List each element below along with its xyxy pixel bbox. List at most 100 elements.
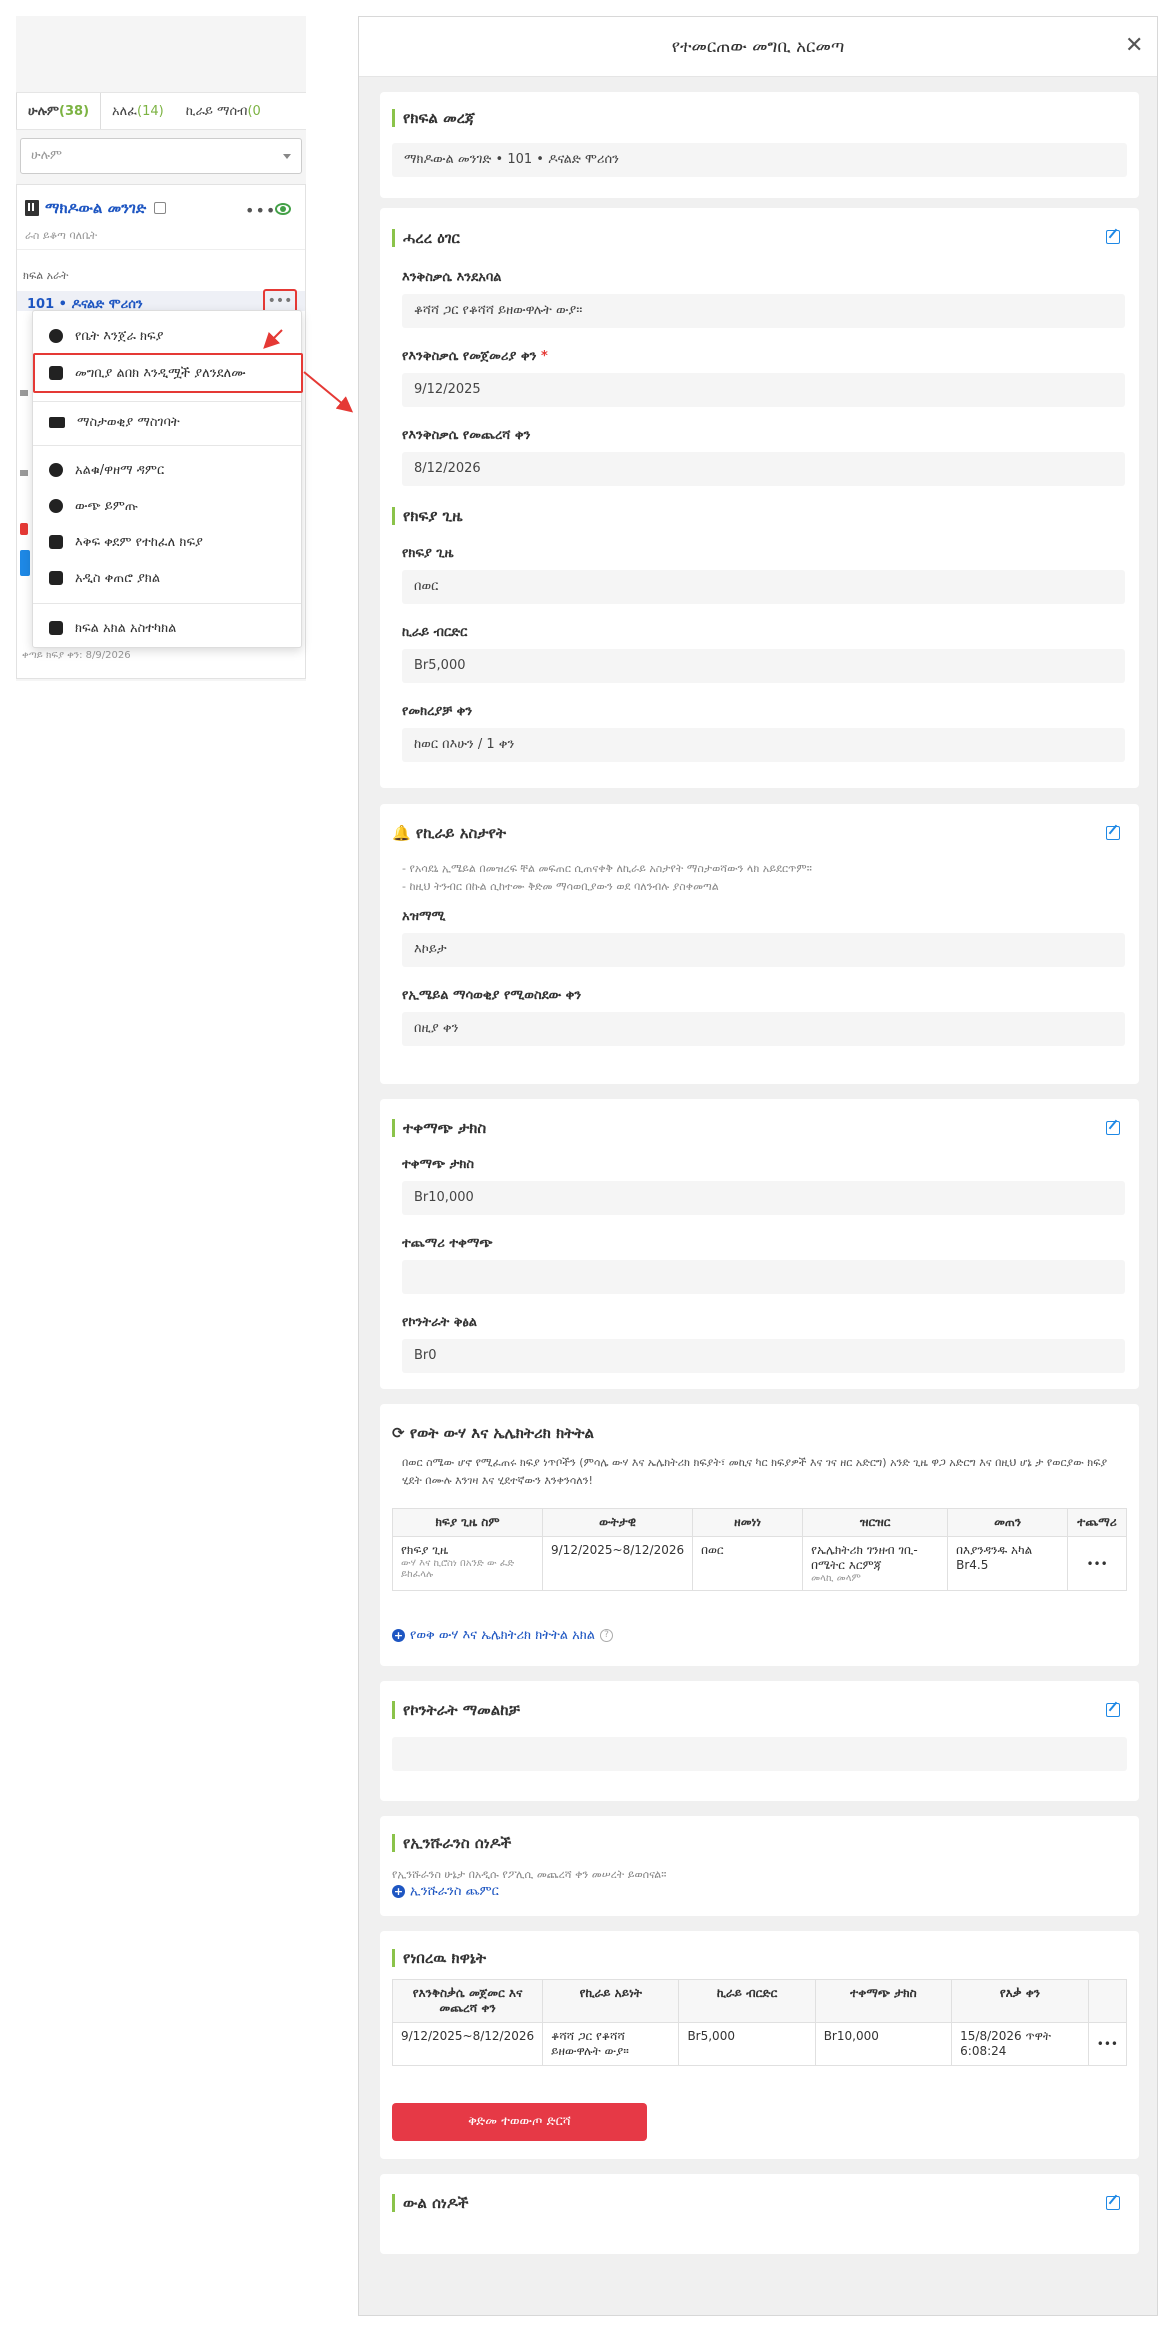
- lease-detail-modal: የተመርጠው መግቢ አርመጣ ✕ የክፍል መረጃ ማክዶውል መንገድ • …: [358, 16, 1158, 2316]
- ad-icon: [49, 416, 65, 428]
- field-label: አዝማሚ: [402, 909, 446, 924]
- contract-notes-field: [392, 1737, 1127, 1771]
- eye-icon[interactable]: [275, 203, 291, 215]
- row-more-button[interactable]: •••: [1087, 2022, 1128, 2066]
- building-icon: [25, 200, 39, 216]
- edit-icon[interactable]: [1106, 1121, 1120, 1135]
- plus-icon: +: [392, 1629, 405, 1642]
- divider: [33, 603, 301, 604]
- tab-expired[interactable]: አለፈ(14): [101, 93, 175, 129]
- menu-item-move-out[interactable]: ውጭ ይምጡ: [33, 491, 301, 521]
- next-payment-date: ቀጣይ ክፍያ ቀን: 8/9/2026: [22, 650, 131, 661]
- table-row: 9/12/2025~8/12/2026 ቆሻሻ ጋር የቆሻሻ ይዘውዋሉት ው…: [391, 2022, 1128, 2066]
- column-header: [1087, 1979, 1128, 2023]
- close-icon[interactable]: ✕: [1125, 35, 1143, 57]
- column-header: ክፍያ ጊዜ ስም: [392, 1508, 543, 1537]
- column-header: ተቀማጭ ታክስ: [814, 1979, 953, 2023]
- extra-deposit-field: [402, 1260, 1125, 1294]
- column-header: ተጨማሪ: [1067, 1508, 1127, 1537]
- contract-fee-field: Br0: [402, 1339, 1125, 1373]
- tab-all[interactable]: ሁሉም(38): [16, 93, 102, 129]
- documents-section: ውል ሰነዶች: [380, 2174, 1139, 2254]
- field-label: ተጨማሪ ተቀማጭ: [402, 1236, 493, 1251]
- table-cell: በወር: [692, 1536, 804, 1591]
- hidden-badge-fragment: [20, 523, 28, 535]
- hidden-button-fragment: [20, 550, 30, 576]
- table-cell: በእያንዳንዱ አካል Br4.5: [947, 1536, 1069, 1591]
- lease-history-section: የነበረዉ ክዋኔት የእንቅስቃሴ መጀመር እና መጨረሻ ቀን የኪራይ …: [380, 1931, 1139, 2159]
- table-cell: Br10,000: [814, 2022, 953, 2066]
- calendar-check-icon: [49, 571, 63, 585]
- edit-icon[interactable]: [1106, 230, 1120, 244]
- menu-item-prepaid[interactable]: እቅፍ ቀደም የተከፈለ ክፍያ: [33, 527, 301, 557]
- edit-icon[interactable]: [154, 202, 167, 214]
- dollar-icon: [49, 329, 63, 343]
- edit-icon[interactable]: [1106, 1703, 1120, 1717]
- column-header: ዘመነነ: [692, 1508, 804, 1537]
- lease-section: ሓረረ ዕገር እንቅስቃሴ እንደአባል ቆሻሻ ጋር የቆሻሻ ይዘውዋሉት…: [380, 208, 1139, 788]
- edit-icon[interactable]: [1106, 826, 1120, 840]
- column-header: የኪራይ አይነት: [542, 1979, 680, 2023]
- section-title: ሓረረ ዕገር: [392, 229, 460, 247]
- annotation-arrow: [303, 371, 354, 413]
- property-title[interactable]: ማክዶውል መንገድ: [25, 199, 167, 217]
- insurance-section: የኢንሹራንስ ሰነዶች የኢንሹራንስ ሁኔታ በአዲሱ የፖሊሲ መጨረሻ …: [380, 1816, 1139, 1916]
- payment-period-field: በወር: [402, 570, 1125, 604]
- property-more-button[interactable]: •••: [245, 201, 276, 220]
- menu-item-advertise[interactable]: ማስታወቂያ ማስገባት: [33, 407, 301, 437]
- signature-icon: [49, 463, 63, 477]
- field-label: ኪራይ ብርድር: [402, 625, 468, 640]
- section-title: ውል ሰነዶች: [392, 2194, 468, 2212]
- field-label: የመክረያቻ ቀን: [402, 704, 473, 719]
- section-title: የነበረዉ ክዋኔት: [392, 1949, 486, 1967]
- column-header: ውትታዊ: [541, 1508, 694, 1537]
- table-cell: የኤሌክትሪክ ገንዘብ ገቢ-በሜትር እርምጃ መላኪ መላም: [802, 1536, 949, 1591]
- rent-amount-field: Br5,000: [402, 649, 1125, 683]
- menu-item-renew[interactable]: አልቁ/ዋዘማ ዳምር: [33, 455, 301, 485]
- status-tabs: ሁሉም(38) አለፈ(14) ኪራይ ማሰብ(0: [16, 92, 306, 130]
- hidden-row-fragment: [20, 390, 28, 396]
- insurance-note: የኢንሹራንስ ሁኔታ በአዲሱ የፖሊሲ መጨረሻ ቀን መሠረት ይወሰናል…: [392, 1868, 667, 1881]
- reminder-note: - የአሳደኒ ኢሜይል በመዝረፍ ቸል መፍጠር ሲጠናቀቅ ለኪራይ አስ…: [402, 862, 812, 875]
- divider: [17, 249, 305, 250]
- column-header: ዝርዝር: [802, 1508, 949, 1537]
- tab-rent-due[interactable]: ኪራይ ማሰብ(0: [175, 93, 272, 129]
- column-header: መጠን: [947, 1508, 1069, 1537]
- table-cell: ቆሻሻ ጋር የቆሻሻ ይዘውዋሉት ውያ።: [542, 2022, 680, 2066]
- unit-info-value: ማክዶውል መንገድ • 101 • ዶናልድ ሞሪሰን: [392, 143, 1127, 177]
- field-label: እንቅስቃሴ እንደአባል: [402, 270, 502, 285]
- lease-history-table: የእንቅስቃሴ መጀመር እና መጨረሻ ቀን የኪራይ አይነት ኪራይ ብር…: [391, 1979, 1128, 2066]
- add-utility-link[interactable]: + የወቅ ውሃ እና ኤሌክትሪክ ክትትል አክል ?: [392, 1628, 614, 1643]
- section-title: ⟳ የወት ውሃ እና ኤሌክትሪክ ክትትል: [392, 1424, 594, 1442]
- section-title: የክፍል መረጃ: [392, 109, 475, 127]
- early-termination-button[interactable]: ቅድመ ተወውጦ ድርሻ: [392, 2103, 647, 2141]
- modal-header: የተመርጠው መግቢ አርመጣ ✕: [359, 17, 1157, 77]
- required-marker: *: [540, 349, 548, 364]
- divider: [33, 445, 301, 446]
- add-insurance-link[interactable]: + ኢንሹራንስ ጨምር: [392, 1884, 499, 1899]
- menu-item-home-payment[interactable]: የቤት እንጀራ ክፍያ: [33, 321, 301, 351]
- divider: [33, 401, 301, 402]
- table-row: የክፍያ ጊዜ ውሃ እና ኪሮስነ በአንድ ው ፈድ ይከፈላሉ 9/12/2…: [392, 1536, 1127, 1591]
- column-header: ኪራይ ብርድር: [678, 1979, 816, 2023]
- reminder-method-field: እኮይታ: [402, 933, 1125, 967]
- menu-item-edit-unit[interactable]: ክፍል አክል አስተካክል: [33, 613, 301, 643]
- plus-icon: +: [392, 1885, 405, 1898]
- help-icon[interactable]: ?: [600, 1629, 614, 1642]
- bell-icon: 🔔: [392, 824, 411, 842]
- table-cell: 9/12/2025~8/12/2026: [391, 2022, 544, 2066]
- edit-icon[interactable]: [1106, 2196, 1120, 2210]
- table-cell: የክፍያ ጊዜ ውሃ እና ኪሮስነ በአንድ ው ፈድ ይከፈላሉ: [392, 1536, 543, 1591]
- unit-info-section: የክፍል መረጃ ማክዶውል መንገድ • 101 • ዶናልድ ሞሪሰን: [380, 92, 1139, 198]
- filter-select[interactable]: ሁሉም: [20, 138, 302, 174]
- menu-item-appointment[interactable]: አዲስ ቀጠሮ ያክል: [33, 563, 301, 593]
- utilities-table: ክፍያ ጊዜ ስም ውትታዊ ዘመነነ ዝርዝር መጠን ተጨማሪ የክፍያ ጊ…: [392, 1508, 1127, 1591]
- edit-icon: [49, 621, 63, 635]
- unit-section-header: ክፍል አራት: [23, 269, 69, 282]
- section-title: 🔔 የኪራይ አስታየት: [392, 824, 507, 842]
- row-more-button[interactable]: •••: [1067, 1536, 1127, 1591]
- field-label: የክፍያ ጊዜ: [402, 546, 454, 561]
- column-header: የእንቅስቃሴ መጀመር እና መጨረሻ ቀን: [391, 1979, 544, 2023]
- utilities-note: በወር ስሜው ሆኖ የሚፈጠሩ ክፍያ ነጥቦችን (ምሳሌ ውሃ እና ኤሌ…: [402, 1456, 1108, 1487]
- column-header: የእቃ ቀን: [951, 1979, 1089, 2023]
